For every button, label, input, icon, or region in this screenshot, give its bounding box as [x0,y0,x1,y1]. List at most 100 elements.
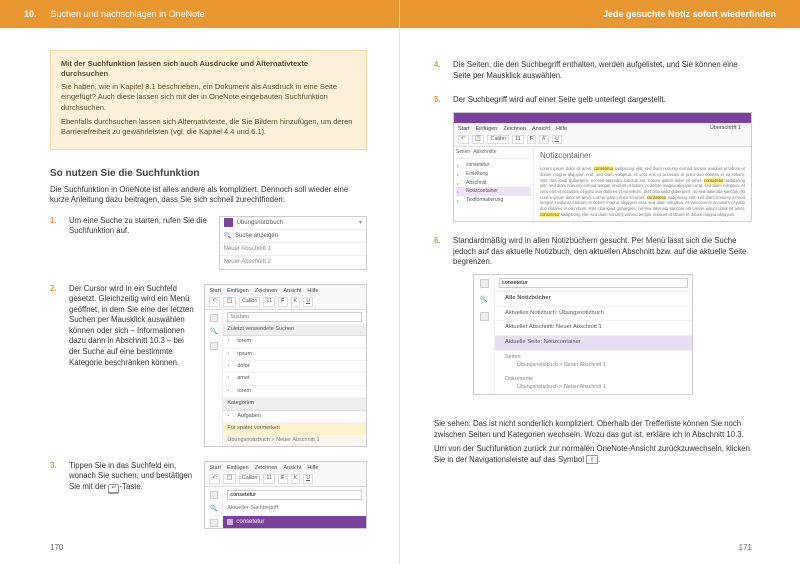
ribbon: StartEinfügenZeichnenAnsichtHilfe ↶ 📋 Ca… [205,462,366,487]
step-5-num: 5. [434,95,444,106]
nav-rail: 🔍 [205,310,223,446]
header-right: Jede gesuchte Notiz sofort wiederfinden [400,0,800,28]
page-number-left: 170 [50,543,63,552]
underline-button: U [552,135,562,144]
recent-search: dolor [223,361,366,373]
step-5-text: Der Suchbegriff wird auf einer Seite gel… [453,95,752,106]
search-icon: 🔍 [210,328,217,336]
highlight: consetetur [540,212,560,217]
font-size: 11 [512,135,524,144]
nav-icon [210,491,218,499]
nav-item: consetetur [456,161,531,170]
steps-list-right: 4. Die Seiten, die den Suchbegriff entha… [434,60,752,405]
clipboard-icon: 📋 [223,474,236,483]
screenshot-4: StartEinfügenZeichnenAnsichtHilfe Übersc… [453,112,752,223]
font-size: 11 [263,297,275,306]
tip-title: Mit der Suchfunktion lassen sich auch Au… [61,59,356,79]
editor-pane: Notizcontainer Lorem ipsum dolor sit ame… [534,147,751,221]
nav-item: Abschnitt [456,179,531,188]
highlight: consetetur [704,178,724,183]
ribbon-tab-start: Start [209,465,221,471]
step-1-text: Um eine Suche zu starten, rufen Sie die … [69,216,209,237]
step-4: 4. Die Seiten, die den Suchbegriff entha… [434,60,752,81]
closing-paragraph-1: Sie sehen: Das ist nicht sonderlich komp… [434,419,752,440]
nav-icon [480,312,489,321]
step-5: 5. Der Suchbegriff wird auf einer Seite … [434,95,752,222]
tip-paragraph-2: Ebenfalls durchsuchen lassen sich Altern… [61,117,356,137]
ribbon: StartEinfügenZeichnenAnsichtHilfe Übersc… [454,123,751,148]
chapter-number: 10. [24,9,37,19]
ribbon: StartEinfügenZeichnenAnsichtHilfe ↶ 📋 Ca… [205,285,366,310]
search-input[interactable] [227,312,362,322]
search-icon: 🔍 [210,505,217,513]
screenshot-2: StartEinfügenZeichnenAnsichtHilfe ↶ 📋 Ca… [204,284,367,447]
bold-button: F [278,297,287,306]
step-6: 6. Standardmäßig wird in allen Notizbüch… [434,236,752,405]
underline-button: U [303,474,313,483]
nav-rail: 🔍 [205,487,223,529]
page-right: Jede gesuchte Notiz sofort wiederfinden … [400,0,800,564]
italic-button: K [539,135,549,144]
nav-item: Textformatierung [456,196,531,205]
recent-search: ipsum [223,349,366,361]
step-6-text: Standardmäßig wird in allen Notizbüchern… [453,236,752,268]
ribbon-tab-start: Start [209,288,221,294]
page-icon [227,519,233,525]
step-3: 3. Tippen Sie in das Suchfeld ein, wonac… [50,461,367,529]
ribbon-tab-view: Ansicht [532,126,550,132]
section-intro: Die Suchfunktion in OneNote ist alles an… [50,185,367,206]
result-header: Aktueller Suchbegriff [227,505,362,512]
ribbon-tab-insert: Einfügen [476,126,498,132]
ribbon-tab-view: Ansicht [283,465,301,471]
nav-rail: 🔍 [474,275,494,394]
style-heading: Überschrift 1 [710,125,741,132]
page-number-right: 171 [739,543,752,552]
recent-search: amet [223,373,366,385]
chevron-down-icon: ▾ [359,219,362,227]
nav-icon [210,342,218,350]
search-line: Suche anzeigen [235,232,278,240]
ribbon-tab-draw: Zeichnen [255,288,278,294]
nav-tab-sections: Abschnitte [473,149,496,156]
nav-item: Einleitung [456,170,531,179]
closing-paragraph-2: Um von der Suchfunktion zurück zur norma… [434,444,752,465]
undo-icon: ↶ [209,474,220,483]
recent-search: lorem [223,386,366,398]
chapter-title: Suchen und nachschlagen in OneNote [51,9,205,19]
font-name: Calibri [239,474,261,483]
font-name: Calibri [487,135,509,144]
section-heading: So nutzen Sie die Suchfunktion [50,168,367,179]
ribbon-tab-insert: Einfügen [227,288,249,294]
search-result-selected: consetetur [223,516,366,528]
search-icon: 🔍 [480,296,487,304]
enter-key: ↵ [108,484,119,494]
tip-paragraph-1: Sie haben, wie in Kapitel 8.1 beschriebe… [61,82,356,112]
recent-searches-header: Zuletzt verwendete Suchen [223,324,366,336]
section-1: Neuer Abschnitt 1 [224,245,271,253]
screenshot-5: 🔍 Alle Notizbücher Aktuelles Notizbuch: … [473,274,693,395]
nav-tab-pages: Seiten [456,149,470,156]
search-input[interactable] [227,490,362,500]
undo-icon: ↶ [458,135,469,144]
header-right-title: Jede gesuchte Notiz sofort wiederfinden [603,9,776,19]
ribbon-tab-insert: Einfügen [227,465,249,471]
undo-icon: ↶ [209,297,220,306]
notebook-name: Übungsnotizbuch [237,219,283,227]
tip-box: Mit der Suchfunktion lassen sich auch Au… [50,50,367,150]
underline-button: U [303,297,313,306]
step-1-num: 1. [50,216,60,227]
page-nav: SeitenAbschnitte consetetur Einleitung A… [454,147,534,221]
category-item: Aufgaben [223,411,366,423]
window-title-bar [454,113,751,123]
ribbon-tab-start: Start [458,126,470,132]
search-input[interactable] [499,278,688,288]
scope-section: Aktueller Abschnitt: Neuer Abschnitt 1 [495,321,692,336]
highlight: consetetur [594,166,614,171]
group-pages: Seiten [495,351,692,361]
step-4-num: 4. [434,60,444,71]
search-icon: 🔍 [224,232,231,240]
steps-list: 1. Um eine Suche zu starten, rufen Sie d… [50,216,367,529]
screenshot-3: StartEinfügenZeichnenAnsichtHilfe ↶ 📋 Ca… [204,461,367,529]
ribbon-tab-view: Ansicht [283,288,301,294]
font-size: 11 [263,474,275,483]
